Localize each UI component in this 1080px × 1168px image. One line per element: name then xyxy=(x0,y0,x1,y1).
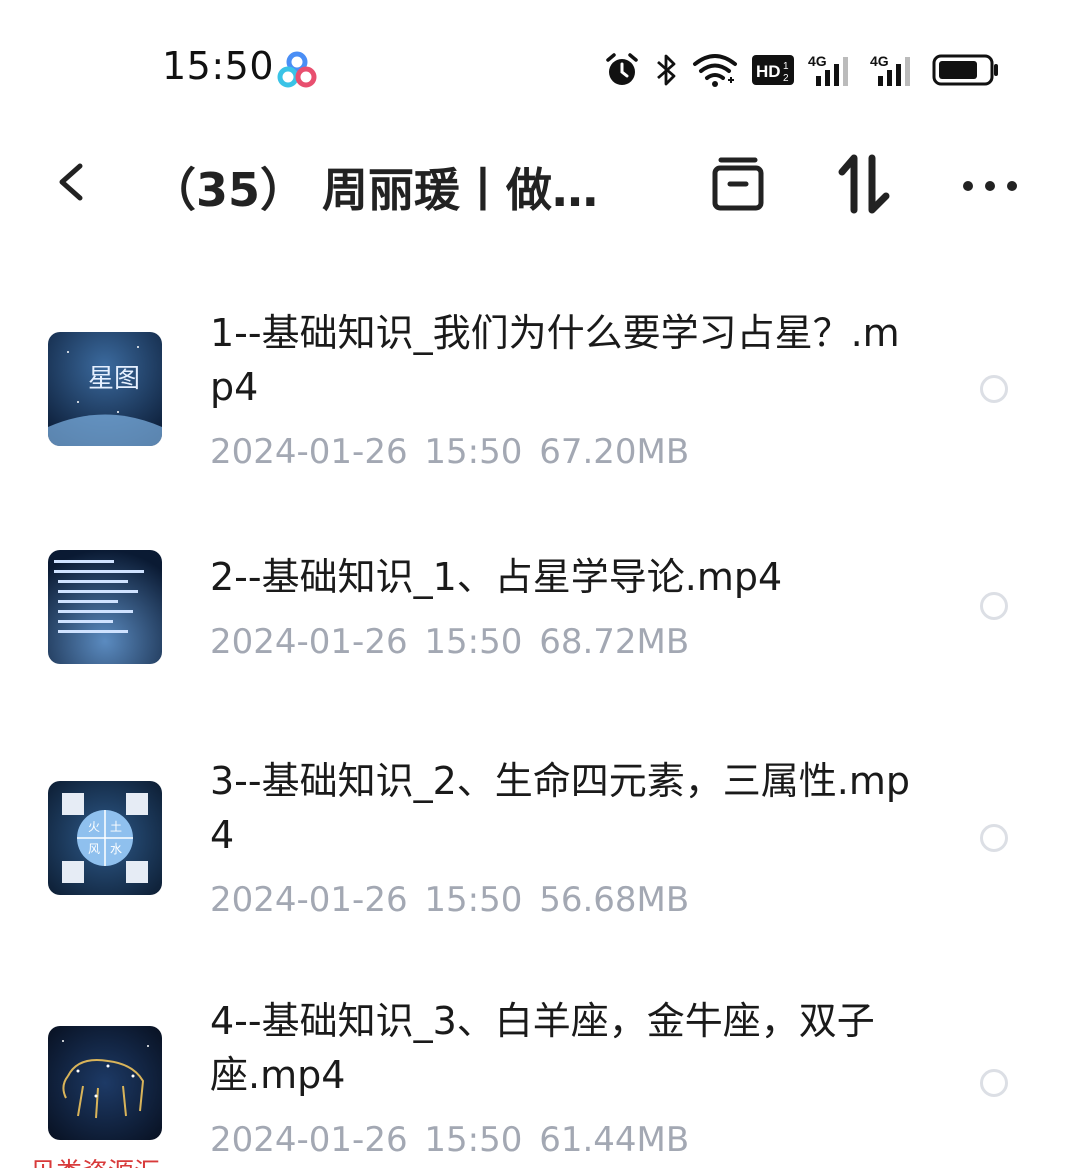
bluetooth-icon xyxy=(657,54,676,86)
file-date: 2024-01-26 xyxy=(210,1120,408,1160)
file-size: 67.20MB xyxy=(539,432,690,472)
back-button[interactable] xyxy=(48,152,98,212)
svg-text:4G: 4G xyxy=(870,53,889,69)
file-time: 15:50 xyxy=(424,1120,523,1160)
hd-icon: HD 1 2 xyxy=(752,55,794,85)
status-bar: 15:50 HD 1 2 4G 4G xyxy=(0,0,1080,130)
video-thumbnail: 星图 xyxy=(48,332,162,446)
select-radio[interactable] xyxy=(980,1069,1008,1097)
element-wind: 风 xyxy=(88,842,100,856)
page-title: （35） 周丽瑗丨做… xyxy=(150,163,599,217)
video-thumbnail xyxy=(48,1026,162,1140)
svg-text:1: 1 xyxy=(783,61,789,72)
file-meta: 2024-01-26 15:50 68.72MB xyxy=(210,622,689,662)
element-fire: 火 xyxy=(88,820,100,834)
file-time: 15:50 xyxy=(424,880,523,920)
file-size: 56.68MB xyxy=(539,880,690,920)
header: （35） 周丽瑗丨做… xyxy=(0,140,1080,230)
video-thumbnail: 火 土 风 水 xyxy=(48,781,162,895)
wifi-icon xyxy=(693,54,737,87)
file-time: 15:50 xyxy=(424,622,523,662)
file-meta: 2024-01-26 15:50 56.68MB xyxy=(210,880,689,920)
select-radio[interactable] xyxy=(980,824,1008,852)
file-name: 3--基础知识_2、生命四元素，三属性.mp4 xyxy=(210,759,910,857)
status-icons: HD 1 2 4G 4G xyxy=(604,50,1000,90)
signal-4g-icon: 4G xyxy=(870,53,910,86)
file-size: 68.72MB xyxy=(539,622,690,662)
file-name: 2--基础知识_1、占星学导论.mp4 xyxy=(210,555,783,599)
network-label: 4G xyxy=(808,53,827,69)
file-size: 61.44MB xyxy=(539,1120,690,1160)
list-item[interactable]: 星图 1--基础知识_我们为什么要学习占星？.mp4 2024-01-26 15… xyxy=(0,290,1080,490)
file-date: 2024-01-26 xyxy=(210,622,408,662)
file-meta: 2024-01-26 15:50 67.20MB xyxy=(210,432,689,472)
file-time: 15:50 xyxy=(424,432,523,472)
sort-icon[interactable] xyxy=(830,148,900,218)
thumb-title: 星图 xyxy=(88,364,140,394)
select-radio[interactable] xyxy=(980,592,1008,620)
app-logo-icon xyxy=(277,51,317,88)
list-item[interactable]: 4--基础知识_3、白羊座，金牛座，双子座.mp4 2024-01-26 15:… xyxy=(0,999,1080,1168)
file-name: 4--基础知识_3、白羊座，金牛座，双子座.mp4 xyxy=(210,999,875,1097)
watermark: 贝类资源汇 xyxy=(30,1152,160,1168)
file-date: 2024-01-26 xyxy=(210,880,408,920)
select-radio[interactable] xyxy=(980,375,1008,403)
file-date: 2024-01-26 xyxy=(210,432,408,472)
archive-icon[interactable] xyxy=(703,148,773,218)
battery-icon xyxy=(932,54,998,86)
alarm-icon xyxy=(606,53,638,85)
element-earth: 土 xyxy=(110,820,122,834)
more-icon[interactable] xyxy=(955,148,1025,218)
screen: 15:50 HD 1 2 4G 4G （35） 周丽瑗丨做… 星图 1--基础知… xyxy=(0,0,1080,1168)
list-item[interactable]: 火 土 风 水 3--基础知识_2、生命四元素，三属性.mp4 2024-01-… xyxy=(0,750,1080,950)
file-name: 1--基础知识_我们为什么要学习占星？.mp4 xyxy=(210,311,900,409)
status-time: 15:50 xyxy=(162,44,275,88)
signal-4g-icon: 4G xyxy=(808,53,848,86)
svg-text:2: 2 xyxy=(783,73,789,84)
hd-label: HD xyxy=(756,62,781,81)
list-item[interactable]: 2--基础知识_1、占星学导论.mp4 2024-01-26 15:50 68.… xyxy=(0,540,1080,680)
video-thumbnail xyxy=(48,550,162,664)
element-water: 水 xyxy=(110,842,122,856)
file-meta: 2024-01-26 15:50 61.44MB xyxy=(210,1120,689,1160)
